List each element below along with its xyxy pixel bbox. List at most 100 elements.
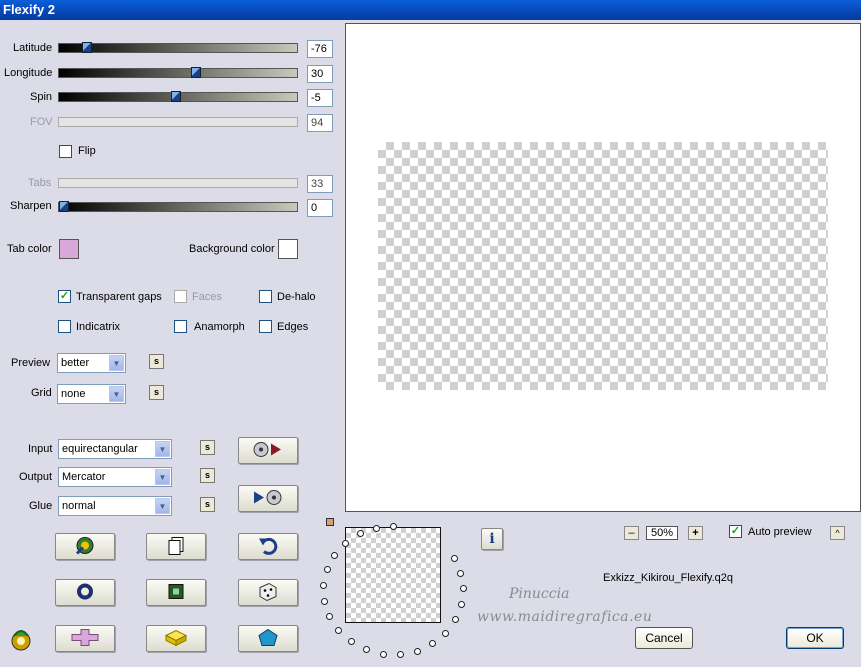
brick-icon <box>164 627 188 650</box>
undo-icon <box>258 535 278 558</box>
to-input-button[interactable] <box>238 437 298 464</box>
navigator-dot[interactable] <box>335 627 342 634</box>
indicatrix-checkbox[interactable] <box>58 320 71 333</box>
glue-select[interactable]: normal ▼ <box>58 496 172 516</box>
navigator-dot[interactable] <box>457 570 464 577</box>
square-frame-button[interactable] <box>146 579 206 606</box>
navigator-dot[interactable] <box>414 648 421 655</box>
preview-save-button[interactable]: s <box>149 354 164 369</box>
grid-save-button[interactable]: s <box>149 385 164 400</box>
pentagon-icon <box>257 627 279 650</box>
dice-button[interactable] <box>238 579 298 606</box>
anamorph-checkbox[interactable] <box>174 320 187 333</box>
faces-label: Faces <box>192 291 222 303</box>
tab-color-label: Tab color <box>7 243 52 255</box>
chevron-down-icon: ▼ <box>155 469 170 485</box>
info-button[interactable]: i <box>481 528 503 550</box>
navigator-dot[interactable] <box>320 582 327 589</box>
square-frame-icon <box>166 581 186 604</box>
preview-select[interactable]: better ▼ <box>57 353 126 373</box>
sharpen-value[interactable]: 0 <box>307 199 333 217</box>
navigator-dot[interactable] <box>380 651 387 658</box>
longitude-slider-thumb[interactable] <box>191 67 201 78</box>
navigator-dot[interactable] <box>442 630 449 637</box>
output-select-label: Output <box>19 471 53 483</box>
navigator-dot[interactable] <box>326 613 333 620</box>
navigator-dot[interactable] <box>460 585 467 592</box>
navigator-dot[interactable] <box>357 530 364 537</box>
collapse-button[interactable]: ^ <box>830 526 845 540</box>
navigator-dot[interactable] <box>458 601 465 608</box>
spin-slider-thumb[interactable] <box>171 91 181 102</box>
load-preset-button[interactable] <box>146 533 206 560</box>
de-halo-checkbox[interactable] <box>259 290 272 303</box>
anamorph-label: Anamorph <box>194 321 245 333</box>
title-bar[interactable]: Flexify 2 <box>0 0 861 20</box>
latitude-value[interactable]: -76 <box>307 40 333 58</box>
navigator-dot[interactable] <box>324 566 331 573</box>
longitude-value[interactable]: 30 <box>307 65 333 83</box>
randomize-button[interactable] <box>55 533 115 560</box>
ok-button[interactable]: OK <box>786 627 844 649</box>
pentagon-button[interactable] <box>238 625 298 652</box>
info-icon: i <box>489 531 495 547</box>
navigator-dot[interactable] <box>363 646 370 653</box>
auto-preview-checkbox[interactable]: ✓ <box>729 525 742 538</box>
sharpen-label: Sharpen <box>10 200 52 212</box>
cancel-button[interactable]: Cancel <box>635 627 693 649</box>
sharpen-slider-thumb[interactable] <box>59 201 69 212</box>
glue-select-value: normal <box>62 500 96 512</box>
navigator-dot[interactable] <box>342 540 349 547</box>
longitude-label: Longitude <box>4 67 53 79</box>
zoom-out-button[interactable]: – <box>624 526 639 540</box>
background-color-label: Background color <box>189 243 275 255</box>
spin-value[interactable]: -5 <box>307 89 333 107</box>
longitude-slider[interactable] <box>58 67 298 78</box>
navigator-thumbnail[interactable] <box>345 527 441 623</box>
to-output-button[interactable] <box>238 485 298 512</box>
edges-checkbox[interactable] <box>259 320 272 333</box>
navigator-handle[interactable] <box>326 518 334 526</box>
input-save-button[interactable]: s <box>200 440 215 455</box>
navigator-dot[interactable] <box>348 638 355 645</box>
navigator-dot[interactable] <box>373 525 380 532</box>
output-select-value: Mercator <box>62 471 106 483</box>
watermark-line2: www.maidiregrafica.eu <box>477 609 653 625</box>
glue-save-button[interactable]: s <box>200 497 215 512</box>
watermark-line1: Pinuccia <box>509 586 570 602</box>
undo-button[interactable] <box>238 533 298 560</box>
input-select[interactable]: equirectangular ▼ <box>58 439 172 459</box>
zoom-in-button[interactable]: + <box>688 526 703 540</box>
navigator-dot[interactable] <box>397 651 404 658</box>
tabs-value: 33 <box>307 175 333 193</box>
navigator-dot[interactable] <box>390 523 397 530</box>
navigator-dot[interactable] <box>429 640 436 647</box>
navigator-dot[interactable] <box>321 598 328 605</box>
preview-select-label: Preview <box>11 357 51 369</box>
preview-image <box>378 142 828 390</box>
main-preview[interactable] <box>345 23 861 512</box>
fov-value: 94 <box>307 114 333 132</box>
transparent-gaps-checkbox[interactable]: ✓ <box>58 290 71 303</box>
background-color-swatch[interactable] <box>278 239 298 259</box>
spin-slider[interactable] <box>58 91 298 102</box>
window-title: Flexify 2 <box>3 2 56 17</box>
tab-color-swatch[interactable] <box>59 239 79 259</box>
ring-shape-button[interactable] <box>55 579 115 606</box>
chevron-down-icon: ▼ <box>109 355 124 371</box>
sharpen-slider[interactable] <box>58 201 298 212</box>
preset-filename: Exkizz_Kikirou_Flexify.q2q <box>603 572 734 584</box>
latitude-slider-thumb[interactable] <box>82 42 92 53</box>
input-select-value: equirectangular <box>62 443 138 455</box>
grid-select[interactable]: none ▼ <box>57 384 126 404</box>
output-save-button[interactable]: s <box>200 468 215 483</box>
navigator-dot[interactable] <box>331 552 338 559</box>
plus-shape-button[interactable] <box>55 625 115 652</box>
navigator-dot[interactable] <box>451 555 458 562</box>
output-select[interactable]: Mercator ▼ <box>58 467 172 487</box>
tabs-label: Tabs <box>28 177 52 189</box>
flip-checkbox[interactable] <box>59 145 72 158</box>
navigator-dot[interactable] <box>452 616 459 623</box>
latitude-slider[interactable] <box>58 42 298 53</box>
brick-button[interactable] <box>146 625 206 652</box>
